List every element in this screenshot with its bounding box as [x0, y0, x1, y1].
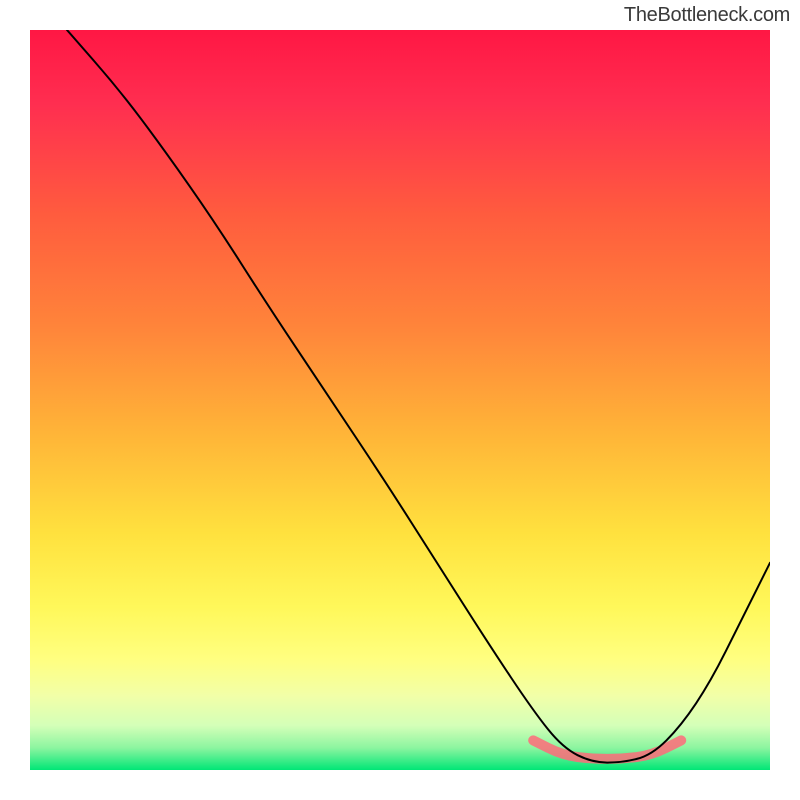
watermark-text: TheBottleneck.com — [624, 4, 790, 27]
chart-lines — [30, 30, 770, 770]
chart-area — [30, 30, 770, 770]
highlight-band-line — [533, 740, 681, 759]
main-curve-line — [67, 30, 770, 763]
